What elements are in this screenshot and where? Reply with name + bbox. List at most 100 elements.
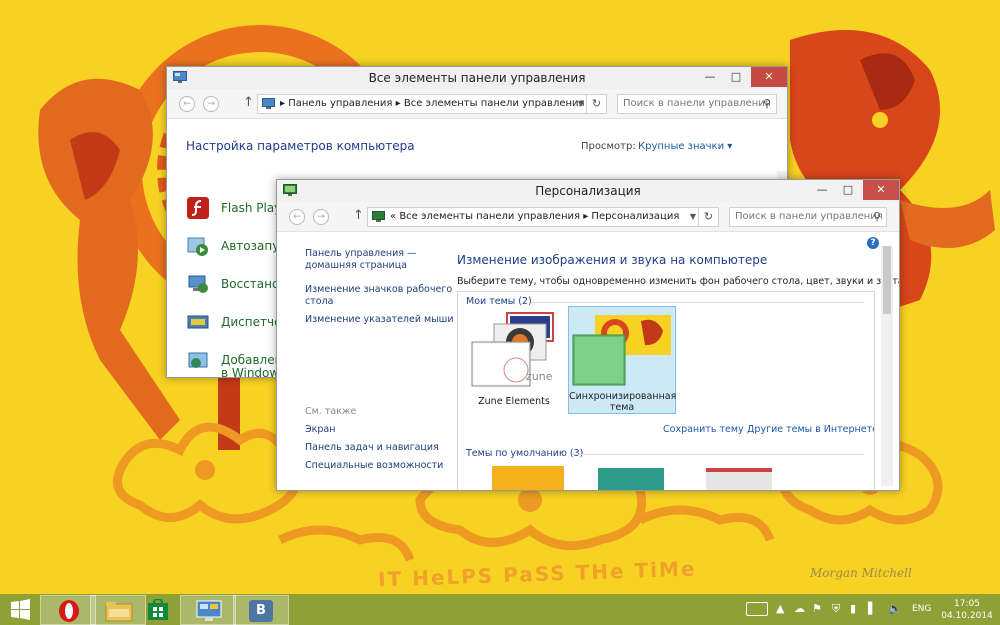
- taskbar-opera[interactable]: [40, 595, 96, 625]
- link-line: домашняя страница: [305, 260, 408, 271]
- link-taskbar-navigation[interactable]: Панель задач и навигация: [305, 442, 439, 454]
- default-themes-label: Темы по умолчанию (3): [466, 448, 584, 459]
- window-title: Все элементы панели управления: [368, 71, 586, 85]
- shield-icon[interactable]: ⛨: [832, 603, 840, 615]
- breadcrumb-separator-icon[interactable]: ▸: [583, 211, 588, 222]
- item-autoplay[interactable]: Автозапуск: [187, 235, 293, 263]
- refresh-button[interactable]: ↻: [698, 208, 718, 226]
- maximize-button[interactable]: □: [833, 180, 863, 200]
- default-theme-preview[interactable]: [492, 466, 564, 490]
- item-device-manager[interactable]: Диспетчер: [187, 311, 289, 339]
- theme-name-line2: тема: [609, 402, 635, 413]
- keyboard-icon[interactable]: [746, 602, 768, 616]
- theme-zune-elements[interactable]: zune Zune Elements: [464, 308, 564, 412]
- device-manager-icon: [187, 315, 209, 329]
- view-mode-dropdown[interactable]: Крупные значки ▾: [638, 141, 732, 152]
- taskbar-control-panel[interactable]: [180, 595, 236, 625]
- breadcrumb-control-panel[interactable]: Панель управления: [288, 98, 392, 109]
- control-panel-icon: [196, 600, 222, 621]
- scrollbar-thumb[interactable]: [883, 246, 891, 314]
- scrollbar[interactable]: [881, 246, 893, 486]
- personalization-icon: [372, 211, 385, 222]
- battery-icon[interactable]: ▮: [850, 603, 856, 615]
- address-toolbar: ← → ↑ « Все элементы панели управления ▸…: [277, 202, 899, 232]
- link-change-mouse-pointers[interactable]: Изменение указателей мыши: [305, 314, 454, 326]
- titlebar[interactable]: Все элементы панели управления — □ ✕: [167, 67, 787, 89]
- address-bar[interactable]: ▸ Панель управления ▸ Все элементы панел…: [257, 94, 607, 114]
- clock-time[interactable]: 17:05: [945, 599, 989, 609]
- link-change-desktop-icons[interactable]: Изменение значков рабочего стола: [305, 284, 452, 308]
- item-recovery[interactable]: Восстановление: [187, 273, 324, 301]
- volume-icon[interactable]: 🔈: [888, 603, 902, 615]
- breadcrumb-personalization[interactable]: Персонализация: [591, 211, 679, 222]
- up-button[interactable]: ↑: [243, 95, 254, 110]
- address-bar[interactable]: « Все элементы панели управления ▸ Персо…: [367, 207, 719, 227]
- theme-synced[interactable]: Синхронизированная тема: [568, 306, 676, 414]
- my-themes-label: Мои темы (2): [466, 296, 532, 307]
- taskbar-vk[interactable]: B: [233, 595, 289, 625]
- link-control-panel-home[interactable]: Панель управления — домашняя страница: [305, 248, 417, 272]
- close-button[interactable]: ✕: [751, 67, 787, 87]
- link-accessibility[interactable]: Специальные возможности: [305, 460, 443, 472]
- forward-button[interactable]: →: [313, 209, 329, 225]
- item-add-features[interactable]: Добавление в Windows: [187, 349, 298, 377]
- close-button[interactable]: ✕: [863, 180, 899, 200]
- page-heading: Настройка параметров компьютера: [186, 139, 415, 153]
- wallpaper-signature: Morgan Mitchell: [810, 566, 912, 580]
- recovery-icon: [188, 275, 208, 293]
- theme-preview: [572, 315, 671, 386]
- search-placeholder: Поиск в панели управления: [735, 211, 883, 222]
- item-flash-player[interactable]: Flash Player: [187, 197, 294, 225]
- store-icon: [148, 599, 168, 620]
- add-features-icon: [188, 352, 208, 368]
- zune-logo: zune: [526, 370, 553, 383]
- refresh-button[interactable]: ↻: [586, 95, 606, 113]
- divider: [532, 302, 864, 303]
- page-description: Выберите тему, чтобы одновременно измени…: [457, 276, 900, 287]
- up-button[interactable]: ↑: [353, 208, 364, 223]
- forward-button[interactable]: →: [203, 96, 219, 112]
- folder-icon: [105, 602, 133, 622]
- default-theme-preview[interactable]: [706, 468, 772, 490]
- link-screen[interactable]: Экран: [305, 424, 335, 436]
- maximize-button[interactable]: □: [721, 67, 751, 87]
- clock-date[interactable]: 04.10.2014: [940, 611, 994, 621]
- address-arrow-icon: ▸: [280, 98, 289, 109]
- see-also-label: См. также: [305, 406, 357, 417]
- flash-icon: [187, 197, 209, 219]
- windows-start-icon[interactable]: [4, 598, 36, 622]
- control-panel-icon: [262, 98, 275, 109]
- taskbar: B ▲ ☁ ⚑ ⛨ ▮ ▌ 🔈 ENG 17:05 04.10.2014: [0, 594, 1000, 625]
- breadcrumb-all-items[interactable]: Все элементы панели управления: [399, 211, 580, 222]
- personalization-window[interactable]: Персонализация — □ ✕ ← → ↑ « Все элемент…: [276, 179, 900, 491]
- search-input[interactable]: Поиск в панели управления ⚲: [617, 94, 777, 114]
- opera-icon: [59, 600, 79, 622]
- save-theme-link[interactable]: Сохранить тему: [663, 424, 744, 435]
- back-button[interactable]: ←: [179, 96, 195, 112]
- chevron-up-icon[interactable]: ▲: [776, 603, 784, 615]
- themes-list[interactable]: Мои темы (2) zune Zune Elements Синхрони…: [457, 291, 875, 490]
- theme-name: Zune Elements: [478, 396, 550, 407]
- titlebar[interactable]: Персонализация — □ ✕: [277, 180, 899, 202]
- back-button[interactable]: ←: [289, 209, 305, 225]
- chevron-down-icon[interactable]: ▼: [578, 95, 584, 113]
- help-icon[interactable]: ?: [867, 237, 879, 249]
- divider: [572, 454, 864, 455]
- default-theme-preview[interactable]: [598, 468, 664, 490]
- breadcrumb-separator-icon[interactable]: ▸: [396, 98, 401, 109]
- onedrive-icon[interactable]: ☁: [794, 603, 805, 615]
- window-title: Персонализация: [535, 184, 641, 198]
- search-icon[interactable]: ⚲: [873, 208, 881, 226]
- language-indicator[interactable]: ENG: [912, 604, 931, 614]
- action-center-flag-icon[interactable]: ⚑: [812, 603, 822, 615]
- vk-icon: B: [249, 600, 273, 622]
- taskbar-store[interactable]: [130, 595, 186, 625]
- link-line: стола: [305, 296, 334, 307]
- signal-icon[interactable]: ▌: [868, 603, 876, 615]
- search-icon[interactable]: ⚲: [763, 95, 771, 113]
- more-themes-online-link[interactable]: Другие темы в Интернете: [747, 424, 874, 435]
- address-overflow-icon[interactable]: «: [390, 211, 396, 222]
- search-input[interactable]: Поиск в панели управления ⚲: [729, 207, 887, 227]
- chevron-down-icon[interactable]: ▼: [690, 208, 696, 226]
- breadcrumb-all-items[interactable]: Все элементы панели управления: [404, 98, 585, 109]
